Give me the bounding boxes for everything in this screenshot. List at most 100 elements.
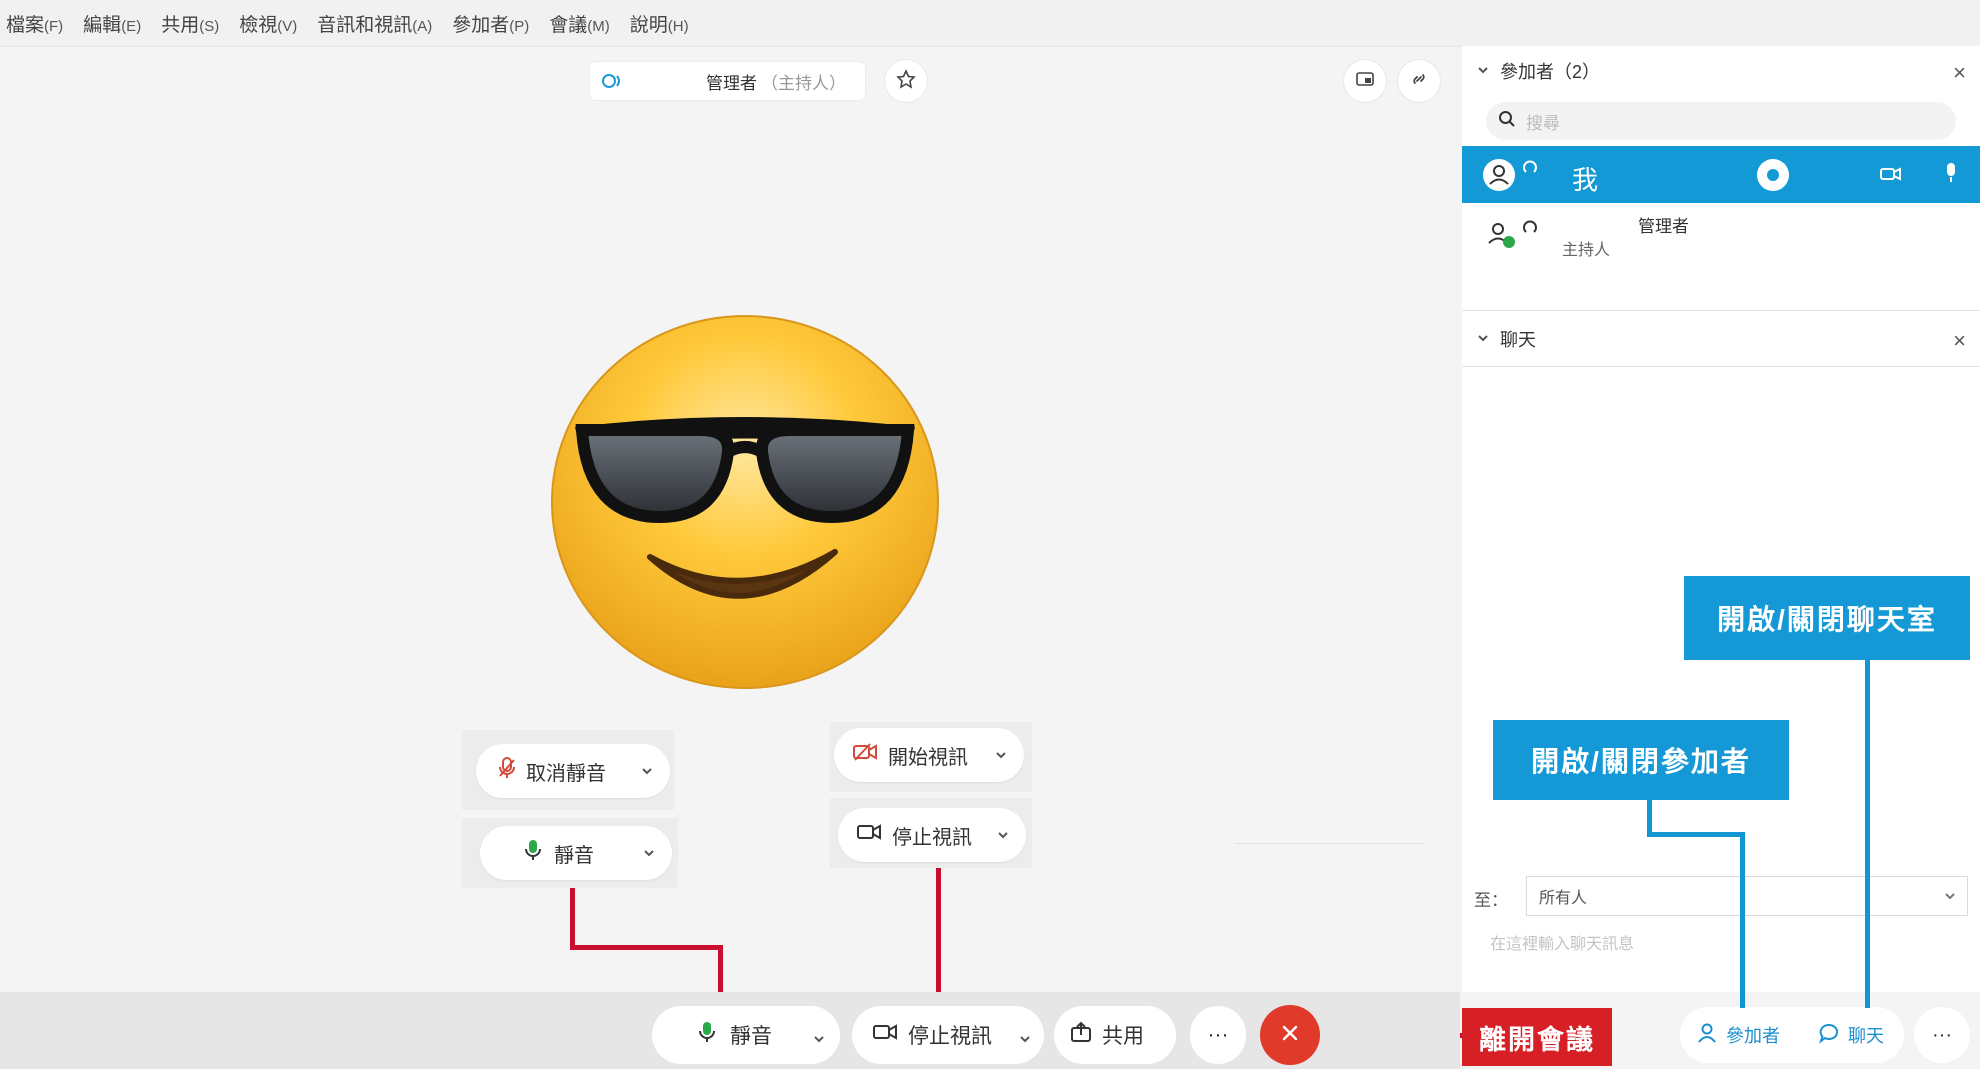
menu-file[interactable]: 檔案(F)	[6, 10, 63, 37]
connector-participants-1	[1647, 800, 1652, 836]
participant-row-me[interactable]: 我	[1462, 146, 1980, 203]
menu-view[interactable]: 檢視(V)	[239, 10, 297, 37]
close-chat-button[interactable]: ×	[1953, 328, 1966, 354]
connector-video	[936, 868, 941, 1008]
chevron-down-icon[interactable]	[1476, 61, 1490, 82]
share-button[interactable]: 共用	[1054, 1006, 1176, 1064]
participants-toggle-button[interactable]: 參加者	[1690, 1007, 1796, 1063]
raise-hand-icon[interactable]	[1756, 158, 1790, 197]
unmute-label: 取消靜音	[526, 762, 606, 785]
mute-popup-button[interactable]: 靜音	[480, 826, 672, 880]
close-participants-button[interactable]: ×	[1953, 60, 1966, 86]
chevron-down-icon[interactable]	[1476, 329, 1490, 350]
menu-file-label: 檔案	[6, 14, 45, 36]
person-icon	[1696, 1022, 1718, 1049]
menu-share[interactable]: 共用(S)	[161, 10, 219, 37]
audio-icon	[1522, 220, 1538, 241]
chat-toggle-label: 聊天	[1848, 1026, 1884, 1046]
stop-video-label: 停止視訊	[908, 1025, 992, 1048]
avatar-icon	[1482, 158, 1516, 197]
mic-icon	[698, 1020, 716, 1050]
mute-button[interactable]: 靜音	[652, 1006, 840, 1064]
close-icon	[1280, 1023, 1300, 1048]
speaker-role: （主持人）	[761, 73, 846, 93]
chat-to-label: 至：	[1474, 891, 1508, 910]
chat-message-input[interactable]: 在這裡輸入聊天訊息	[1490, 930, 1634, 954]
chat-bubble-icon	[1818, 1022, 1840, 1049]
menu-meeting[interactable]: 會議(M)	[549, 10, 610, 37]
menu-file-accel: (F)	[44, 17, 64, 35]
participants-toggle-label: 參加者	[1726, 1026, 1780, 1046]
menu-audio-video[interactable]: 音訊和視訊(A)	[317, 10, 432, 37]
chat-recipient-select[interactable]: 所有人	[1526, 876, 1968, 916]
menu-help[interactable]: 說明(H)	[630, 10, 689, 37]
audio-icon	[1522, 160, 1538, 181]
mute-popup-label: 靜音	[554, 844, 594, 867]
layout-button[interactable]	[1344, 60, 1386, 102]
host-name: 管理者	[1638, 217, 1689, 236]
menu-view-label: 檢視	[239, 14, 278, 36]
connector-chat	[1865, 660, 1870, 1008]
connector-mute-1	[570, 888, 575, 948]
host-role: 主持人	[1562, 242, 1611, 259]
start-video-button[interactable]: 開始視訊	[834, 728, 1024, 782]
menu-share-accel: (S)	[199, 17, 220, 35]
pin-button[interactable]	[885, 60, 927, 102]
connector-mute-2	[570, 945, 723, 950]
stop-video-popup-button[interactable]: 停止視訊	[838, 808, 1026, 862]
toggle-participants-callout: 開啟/關閉參加者	[1493, 720, 1789, 800]
menu-view-accel: (V)	[277, 17, 298, 35]
mic-icon	[524, 838, 542, 868]
menu-audio-video-accel: (A)	[412, 17, 433, 35]
participants-panel-header: 參加者（2） ×	[1462, 46, 1980, 96]
divider	[1235, 843, 1425, 844]
menu-meeting-label: 會議	[549, 14, 588, 36]
start-video-label: 開始視訊	[888, 746, 968, 769]
menu-participants[interactable]: 參加者(P)	[452, 10, 529, 37]
chevron-down-icon[interactable]	[642, 843, 656, 857]
chevron-down-icon[interactable]	[1018, 1028, 1032, 1052]
video-icon	[872, 1022, 898, 1048]
fullscreen-button[interactable]	[1398, 60, 1440, 102]
chat-recipient-value: 所有人	[1539, 890, 1588, 907]
menu-bar: 檔案(F) 編輯(E) 共用(S) 檢視(V) 音訊和視訊(A) 參加者(P) …	[0, 0, 1980, 47]
menu-edit[interactable]: 編輯(E)	[83, 10, 141, 37]
speaker-name: 管理者	[706, 73, 757, 93]
more-options-label: ···	[1932, 1023, 1952, 1046]
chevron-down-icon[interactable]	[640, 761, 654, 775]
share-label: 共用	[1102, 1025, 1144, 1048]
active-speaker-pill: 管理者 （主持人）	[590, 62, 865, 100]
unmute-button[interactable]: 取消靜音	[476, 744, 670, 798]
chat-panel-header: 聊天 ×	[1462, 314, 1980, 364]
camera-icon	[1880, 166, 1902, 187]
menu-meeting-accel: (M)	[587, 17, 610, 35]
mute-label: 靜音	[730, 1025, 772, 1048]
chat-title: 聊天	[1500, 330, 1536, 350]
more-button[interactable]: ···	[1190, 1006, 1246, 1064]
menu-participants-label: 參加者	[452, 14, 510, 36]
leave-meeting-button[interactable]	[1260, 1005, 1320, 1065]
search-icon	[1498, 110, 1516, 133]
stop-video-button[interactable]: 停止視訊	[852, 1006, 1044, 1064]
link-icon	[1409, 69, 1429, 94]
video-off-icon	[852, 742, 878, 768]
search-placeholder: 搜尋	[1526, 113, 1560, 133]
pin-icon	[896, 68, 916, 94]
participant-row-host[interactable]: 管理者 主持人	[1462, 206, 1980, 286]
participant-search-input[interactable]: 搜尋	[1486, 102, 1956, 140]
menu-audio-video-label: 音訊和視訊	[317, 14, 413, 36]
mic-muted-icon	[498, 756, 516, 786]
audio-icon	[598, 67, 626, 95]
connector-participants-3	[1740, 832, 1745, 1008]
menu-participants-accel: (P)	[509, 17, 530, 35]
menu-share-label: 共用	[161, 14, 200, 36]
chat-toggle-button[interactable]: 聊天	[1812, 1007, 1904, 1063]
right-panel: 參加者（2） × 搜尋 我 管理者 主持人 聊天 × 至： 所有人 在這裡輸入聊…	[1462, 46, 1980, 992]
chevron-down-icon[interactable]	[996, 825, 1010, 839]
more-options-button[interactable]: ···	[1914, 1007, 1970, 1063]
video-icon	[856, 822, 882, 848]
leave-meeting-callout: 離開會議	[1462, 1008, 1612, 1066]
chevron-down-icon[interactable]	[812, 1028, 826, 1052]
chevron-down-icon[interactable]	[994, 745, 1008, 759]
toggle-chat-callout: 開啟/關閉聊天室	[1684, 576, 1970, 660]
